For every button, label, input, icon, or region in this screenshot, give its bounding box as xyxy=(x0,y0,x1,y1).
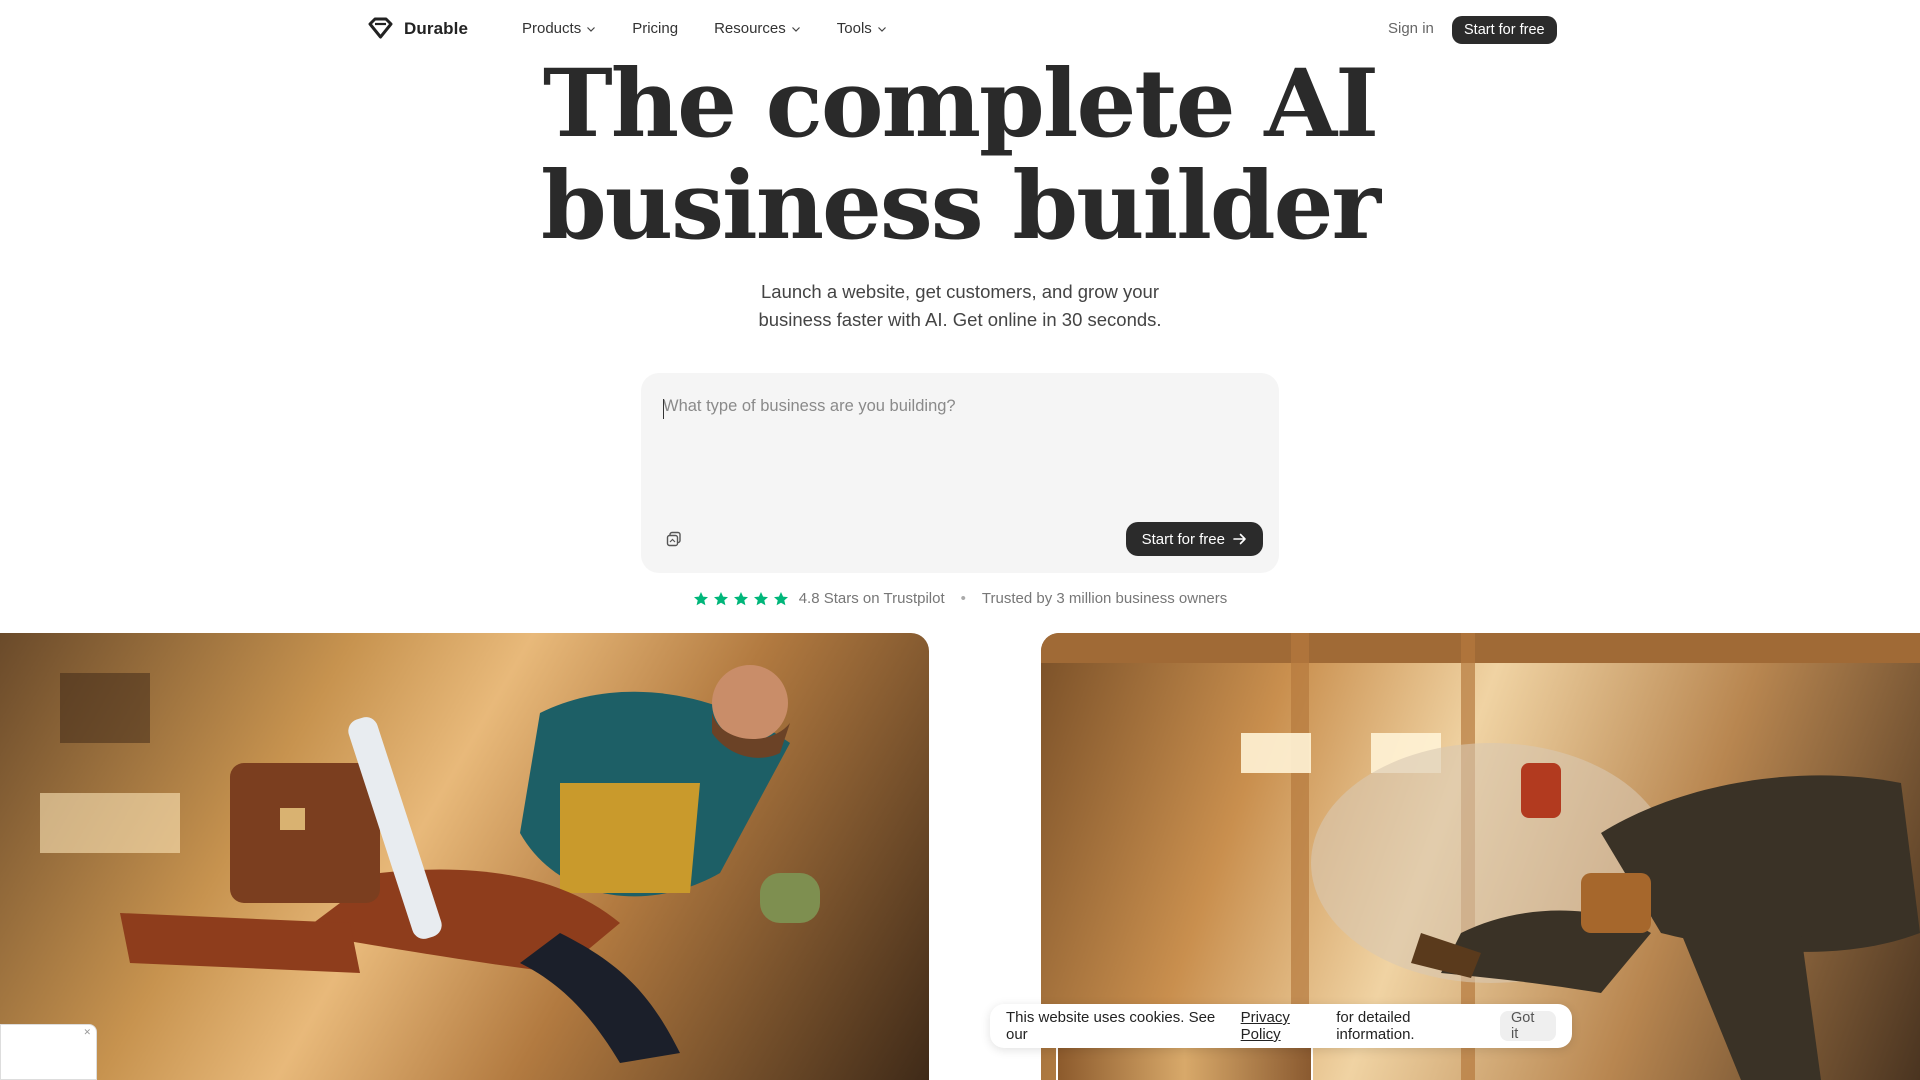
nav-item-label: Resources xyxy=(714,20,786,37)
hero-headline: The complete AI business builder xyxy=(0,53,1920,257)
cookie-accept-button[interactable]: Got it xyxy=(1500,1010,1556,1042)
privacy-policy-link[interactable]: Privacy Policy xyxy=(1241,1009,1333,1043)
nav-item-label: Tools xyxy=(836,20,872,37)
star-icon xyxy=(713,591,728,605)
attach-icon[interactable] xyxy=(665,530,683,548)
trustpilot-stars xyxy=(693,591,789,607)
nav-item-label: Products xyxy=(522,20,582,37)
business-type-input[interactable] xyxy=(663,397,1253,477)
nav-links: Products Pricing Resources Tools xyxy=(522,20,887,37)
brand-logo[interactable]: Durable xyxy=(367,17,468,41)
chevron-down-icon xyxy=(791,26,800,32)
nav-item-pricing[interactable]: Pricing xyxy=(632,20,678,37)
star-icon xyxy=(773,591,788,605)
headline-line-1: The complete AI xyxy=(542,49,1379,159)
rating-text: 4.8 Stars on Trustpilot xyxy=(798,590,945,607)
mini-preview-card[interactable]: ✕ xyxy=(0,1024,97,1080)
subhead-line-1: Launch a website, get customers, and gro… xyxy=(761,281,1159,302)
chevron-down-icon xyxy=(877,26,886,32)
preview-thumbnail xyxy=(1056,1046,1313,1080)
star-icon xyxy=(693,591,708,605)
hero-subhead: Launch a website, get customers, and gro… xyxy=(0,278,1920,334)
close-icon[interactable]: ✕ xyxy=(83,1027,91,1038)
chevron-down-icon xyxy=(587,26,596,32)
business-prompt-box: Start for free xyxy=(641,373,1279,573)
nav-item-resources[interactable]: Resources xyxy=(714,20,801,37)
nav-start-free-button[interactable]: Start for free xyxy=(1452,16,1557,44)
star-icon xyxy=(733,591,748,605)
durable-logo-icon xyxy=(368,17,393,39)
hero-photo-businessman xyxy=(0,633,929,1080)
nav-item-label: Pricing xyxy=(632,20,679,37)
headline-line-2: business builder xyxy=(541,151,1381,261)
prompt-start-free-button[interactable]: Start for free xyxy=(1125,522,1263,556)
cookie-banner: This website uses cookies. See our Priva… xyxy=(990,1004,1572,1048)
businessman-illustration xyxy=(40,665,820,1063)
trust-bar: 4.8 Stars on Trustpilot • Trusted by 3 m… xyxy=(0,590,1920,607)
separator-dot: • xyxy=(960,590,966,607)
trusted-text: Trusted by 3 million business owners xyxy=(981,590,1228,607)
arrow-right-icon xyxy=(1233,533,1246,545)
brand-name: Durable xyxy=(404,19,468,38)
cookie-text: This website uses cookies. See our xyxy=(1006,1009,1216,1043)
text-caret xyxy=(663,399,664,419)
star-icon xyxy=(753,591,768,605)
nav-item-tools[interactable]: Tools xyxy=(837,20,887,37)
cookie-text-after: for detailed information. xyxy=(1336,1009,1415,1043)
prompt-cta-label: Start for free xyxy=(1141,530,1225,548)
sign-in-link[interactable]: Sign in xyxy=(1388,20,1434,37)
nav-item-products[interactable]: Products xyxy=(522,20,596,37)
subhead-line-2: business faster with AI. Get online in 3… xyxy=(758,309,1162,330)
